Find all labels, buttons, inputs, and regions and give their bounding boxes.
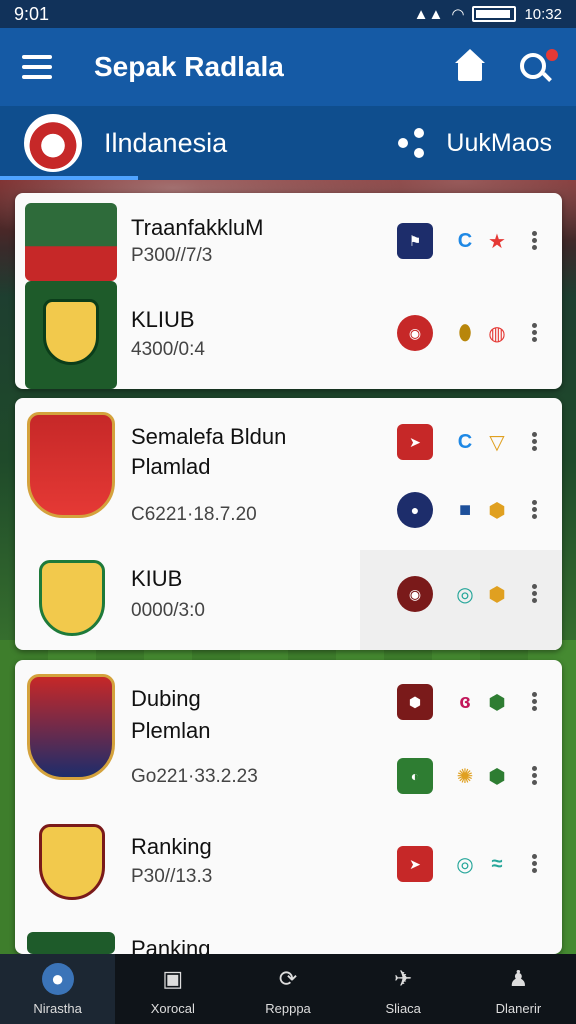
club-crest-panel	[25, 281, 117, 389]
status-time-left: 9:01	[14, 3, 50, 24]
shield-icon: ⬢	[488, 765, 506, 788]
refresh-icon: ⟳	[278, 965, 298, 991]
player-crest	[27, 674, 115, 780]
row-subtitle: 4300/0:4	[131, 339, 205, 360]
hex-icon: ⬢	[488, 691, 506, 714]
match-card[interactable]: Dubing Plemlan Go221·33.2.23 ⬢ ɞ ⬢ ◐ ✺ ⬢…	[15, 660, 562, 954]
user-icon: ♟	[508, 965, 529, 991]
badge-icon: ◍	[488, 322, 506, 345]
status-icons: ▲▲ ◠ 10:32	[413, 5, 562, 24]
row-title: TraanfakkluM	[131, 215, 264, 240]
square-icon: ▣	[162, 965, 184, 991]
row-title-line2: Plemlan	[131, 718, 211, 743]
row-title: KIUB	[131, 566, 183, 591]
nav-label: Dlanerir	[495, 1000, 542, 1016]
row-title-line2: Plamlad	[131, 454, 211, 479]
search-icon[interactable]	[518, 49, 558, 85]
player-crest	[27, 412, 115, 518]
status-time-right: 10:32	[524, 5, 562, 23]
more-icon[interactable]	[530, 852, 538, 876]
row-subtitle: P300//7/3	[131, 245, 213, 266]
club-crest	[39, 560, 105, 636]
player-photo	[25, 203, 117, 281]
more-icon[interactable]	[530, 229, 538, 253]
wifi-icon: ◠	[451, 6, 465, 23]
app-bar: Sepak Radlala	[0, 28, 576, 106]
team-logo-icon: ◐	[397, 758, 433, 794]
match-card[interactable]: Semalefa Bldun Plamlad C6221·18.7.20 ➤ C…	[15, 398, 562, 650]
shield-icon: ⬢	[488, 583, 506, 606]
triangle-icon: ▽	[489, 431, 505, 454]
c-icon: C	[457, 430, 473, 453]
app-title: Sepak Radlala	[94, 51, 284, 82]
secondary-tab[interactable]: UukMaos	[446, 129, 552, 158]
team-logo-icon: ⚑	[397, 223, 433, 259]
row-subtitle: Go221·33.2.23	[131, 766, 258, 787]
row-title: Ranking	[131, 834, 212, 859]
plane-icon: ✈	[393, 965, 413, 991]
more-icon[interactable]	[530, 582, 538, 606]
nav-item-refresh[interactable]: ⟳ Repppa	[230, 954, 345, 1024]
signal-icon: ▲▲	[413, 5, 444, 23]
status-bar: 9:01 ▲▲ ◠ 10:32	[0, 0, 576, 28]
player-photo	[27, 932, 115, 954]
team-logo-icon: ◉	[397, 576, 433, 612]
globe-icon: ◎	[456, 853, 474, 876]
shield-icon: ⬮	[458, 321, 472, 344]
bottom-navigation: ● Nirastha ▣ Xorocal ⟳ Repppa ✈ Sliaca ♟…	[0, 954, 576, 1024]
nav-label: Nirastha	[33, 1000, 82, 1016]
menu-icon[interactable]	[22, 55, 52, 79]
row-title: Panking	[131, 936, 211, 954]
row-subtitle: C6221·18.7.20	[131, 504, 257, 525]
nav-item-home[interactable]: ● Nirastha	[0, 954, 116, 1024]
team-logo-icon: ➤	[397, 424, 433, 460]
nav-item-travel[interactable]: ✈ Sliaca	[346, 954, 461, 1024]
row-subtitle: P30//13.3	[131, 866, 213, 887]
star-icon: ★	[488, 230, 506, 253]
nav-item-profile[interactable]: ♟ Dlanerir	[461, 954, 576, 1024]
c-icon: C	[457, 229, 473, 252]
more-icon[interactable]	[530, 690, 538, 714]
more-icon[interactable]	[530, 430, 538, 454]
nav-label: Repppa	[265, 1000, 311, 1016]
nav-label: Xorocal	[150, 1000, 195, 1016]
row-subtitle: 0000/3:0	[131, 600, 205, 621]
country-tab[interactable]: Ilndanesia	[104, 128, 398, 159]
team-logo-icon: ⬢	[397, 684, 433, 720]
more-icon[interactable]	[530, 498, 538, 522]
row-title: KLIUB	[131, 307, 195, 332]
country-tab-bar: Ilndanesia UukMaos	[0, 106, 576, 180]
square-icon: ■	[458, 498, 472, 521]
globe-icon: ◎	[456, 583, 474, 606]
share-icon[interactable]	[398, 128, 428, 158]
nav-label: Sliaca	[385, 1000, 421, 1016]
match-card[interactable]: TraanfakkluM P300//7/3 ⚑ C ★ KLIUB 4300/…	[15, 193, 562, 389]
notification-dot	[546, 49, 558, 61]
more-icon[interactable]	[530, 764, 538, 788]
team-logo-icon: ●	[397, 492, 433, 528]
team-logo-icon: ➤	[397, 846, 433, 882]
sun-icon: ✺	[456, 765, 474, 788]
team-logo-icon: ◉	[397, 315, 433, 351]
row-title: Semalefa Bldun	[131, 424, 287, 449]
row-title: Dubing	[131, 686, 201, 711]
club-crest	[39, 824, 105, 900]
shield-icon: ⬢	[488, 499, 506, 522]
country-flag-icon[interactable]	[24, 114, 82, 172]
more-icon[interactable]	[530, 321, 538, 345]
swirl-icon: ɞ	[459, 690, 471, 713]
home-icon[interactable]	[452, 49, 488, 85]
active-tab-indicator	[0, 176, 138, 180]
battery-icon	[472, 6, 517, 22]
wave-icon: ≈	[491, 852, 503, 875]
person-icon: ●	[41, 962, 74, 995]
nav-item-calendar[interactable]: ▣ Xorocal	[115, 954, 230, 1024]
